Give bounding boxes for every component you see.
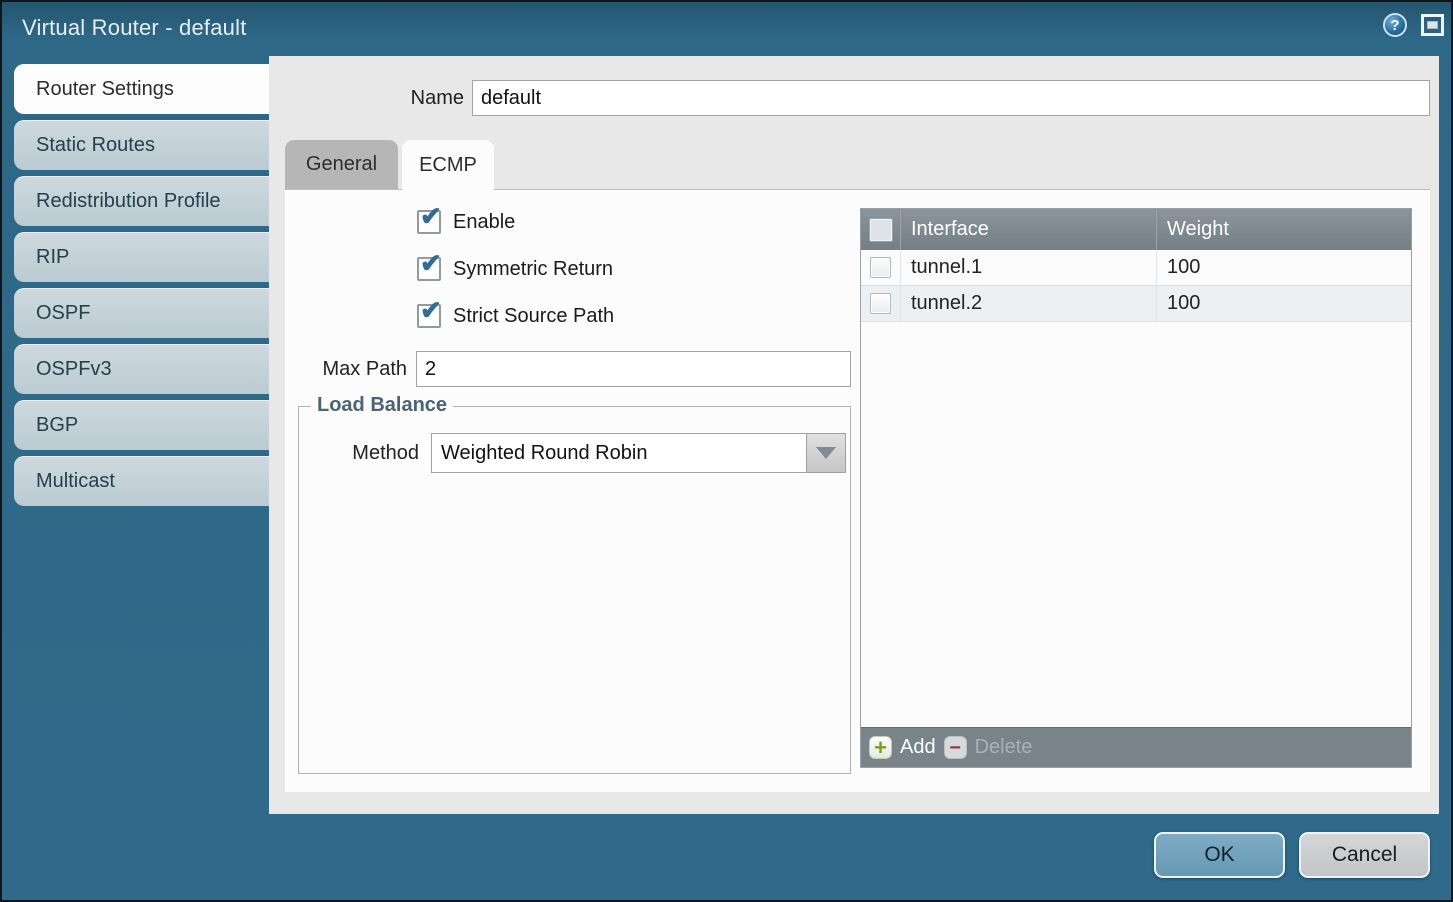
enable-row: ✔ Enable [417,210,515,234]
sidebar-item-bgp[interactable]: BGP [14,400,269,450]
weight-column-header: Weight [1156,209,1411,250]
header-checkbox-cell [861,209,900,250]
strict-source-path-label: Strict Source Path [453,305,614,328]
max-path-input[interactable] [416,351,851,387]
enable-label: Enable [453,211,515,234]
ok-button-label: OK [1204,843,1234,867]
interface-table: Interface Weight tunnel.1 100 tunnel.2 1… [860,208,1412,768]
sidebar-item-ospfv3[interactable]: OSPFv3 [14,344,269,394]
name-input[interactable] [472,80,1430,116]
row-checkbox[interactable] [870,293,891,314]
restore-window-inner-rect [1427,21,1438,29]
dialog-title: Virtual Router - default [22,15,247,41]
add-button-label: Add [900,736,936,759]
help-icon[interactable]: ? [1383,13,1407,37]
chevron-down-icon [816,447,836,459]
delete-button[interactable]: − Delete [944,736,1033,759]
delete-button-label: Delete [975,736,1033,759]
method-select[interactable]: Weighted Round Robin [431,433,806,473]
symmetric-return-row: ✔ Symmetric Return [417,257,613,281]
add-button[interactable]: + Add [869,736,936,759]
strict-source-path-checkbox[interactable]: ✔ [417,304,441,328]
cancel-button[interactable]: Cancel [1299,832,1430,878]
ok-button[interactable]: OK [1154,832,1285,878]
table-footer-toolbar: + Add − Delete [861,727,1411,767]
select-all-checkbox[interactable] [870,219,892,241]
sidebar-item-ospf[interactable]: OSPF [14,288,269,338]
symmetric-return-label: Symmetric Return [453,258,613,281]
checkmark-icon: ✔ [420,250,442,276]
sidebar-item-router-settings[interactable]: Router Settings [14,64,269,114]
table-header-row: Interface Weight [861,209,1411,250]
weight-cell: 100 [1156,250,1411,285]
sidebar-item-label: RIP [36,246,69,269]
method-label: Method [299,433,419,473]
sidebar-item-rip[interactable]: RIP [14,232,269,282]
question-mark-glyph: ? [1390,17,1399,34]
sidebar-item-multicast[interactable]: Multicast [14,456,269,506]
interface-cell: tunnel.1 [900,250,1156,285]
ecmp-tab-content: ✔ Enable ✔ Symmetric Return ✔ Strict Sou… [285,189,1430,792]
restore-window-icon[interactable] [1421,14,1444,36]
sidebar-item-label: Router Settings [36,78,174,101]
symmetric-return-checkbox[interactable]: ✔ [417,257,441,281]
row-checkbox-cell [861,286,900,321]
table-row[interactable]: tunnel.2 100 [861,286,1411,322]
load-balance-legend: Load Balance [311,394,453,417]
checkmark-icon: ✔ [420,297,442,323]
minus-icon: − [944,736,967,759]
sidebar-item-redistribution-profile[interactable]: Redistribution Profile [14,176,269,226]
checkmark-icon: ✔ [420,203,442,229]
method-dropdown-button[interactable] [806,433,846,473]
sidebar-item-static-routes[interactable]: Static Routes [14,120,269,170]
interface-cell: tunnel.2 [900,286,1156,321]
tab-label: General [306,153,377,176]
sidebar-item-label: OSPF [36,302,90,325]
table-empty-area [861,322,1411,727]
tab-ecmp[interactable]: ECMP [402,140,494,190]
interface-column-header: Interface [900,209,1156,250]
enable-checkbox[interactable]: ✔ [417,210,441,234]
strict-source-path-row: ✔ Strict Source Path [417,304,614,328]
name-label: Name [269,80,464,116]
main-panel: Name General ECMP ✔ Enable ✔ Symmetric R… [269,56,1439,814]
row-checkbox[interactable] [870,257,891,278]
method-selected-value: Weighted Round Robin [441,442,647,465]
row-checkbox-cell [861,250,900,285]
virtual-router-dialog: Virtual Router - default ? Router Settin… [0,0,1453,902]
sidebar-item-label: Multicast [36,470,115,493]
sidebar-item-label: Redistribution Profile [36,190,221,213]
table-row[interactable]: tunnel.1 100 [861,250,1411,286]
weight-cell: 100 [1156,286,1411,321]
plus-icon: + [869,736,892,759]
sidebar-item-label: BGP [36,414,78,437]
sidebar-item-label: OSPFv3 [36,358,112,381]
tab-label: ECMP [419,154,477,177]
max-path-label: Max Path [285,351,407,387]
sidebar: Router Settings Static Routes Redistribu… [14,64,269,512]
cancel-button-label: Cancel [1332,843,1397,867]
tab-general[interactable]: General [285,140,398,189]
load-balance-fieldset: Load Balance Method Weighted Round Robin [298,406,851,774]
sidebar-item-label: Static Routes [36,134,155,157]
